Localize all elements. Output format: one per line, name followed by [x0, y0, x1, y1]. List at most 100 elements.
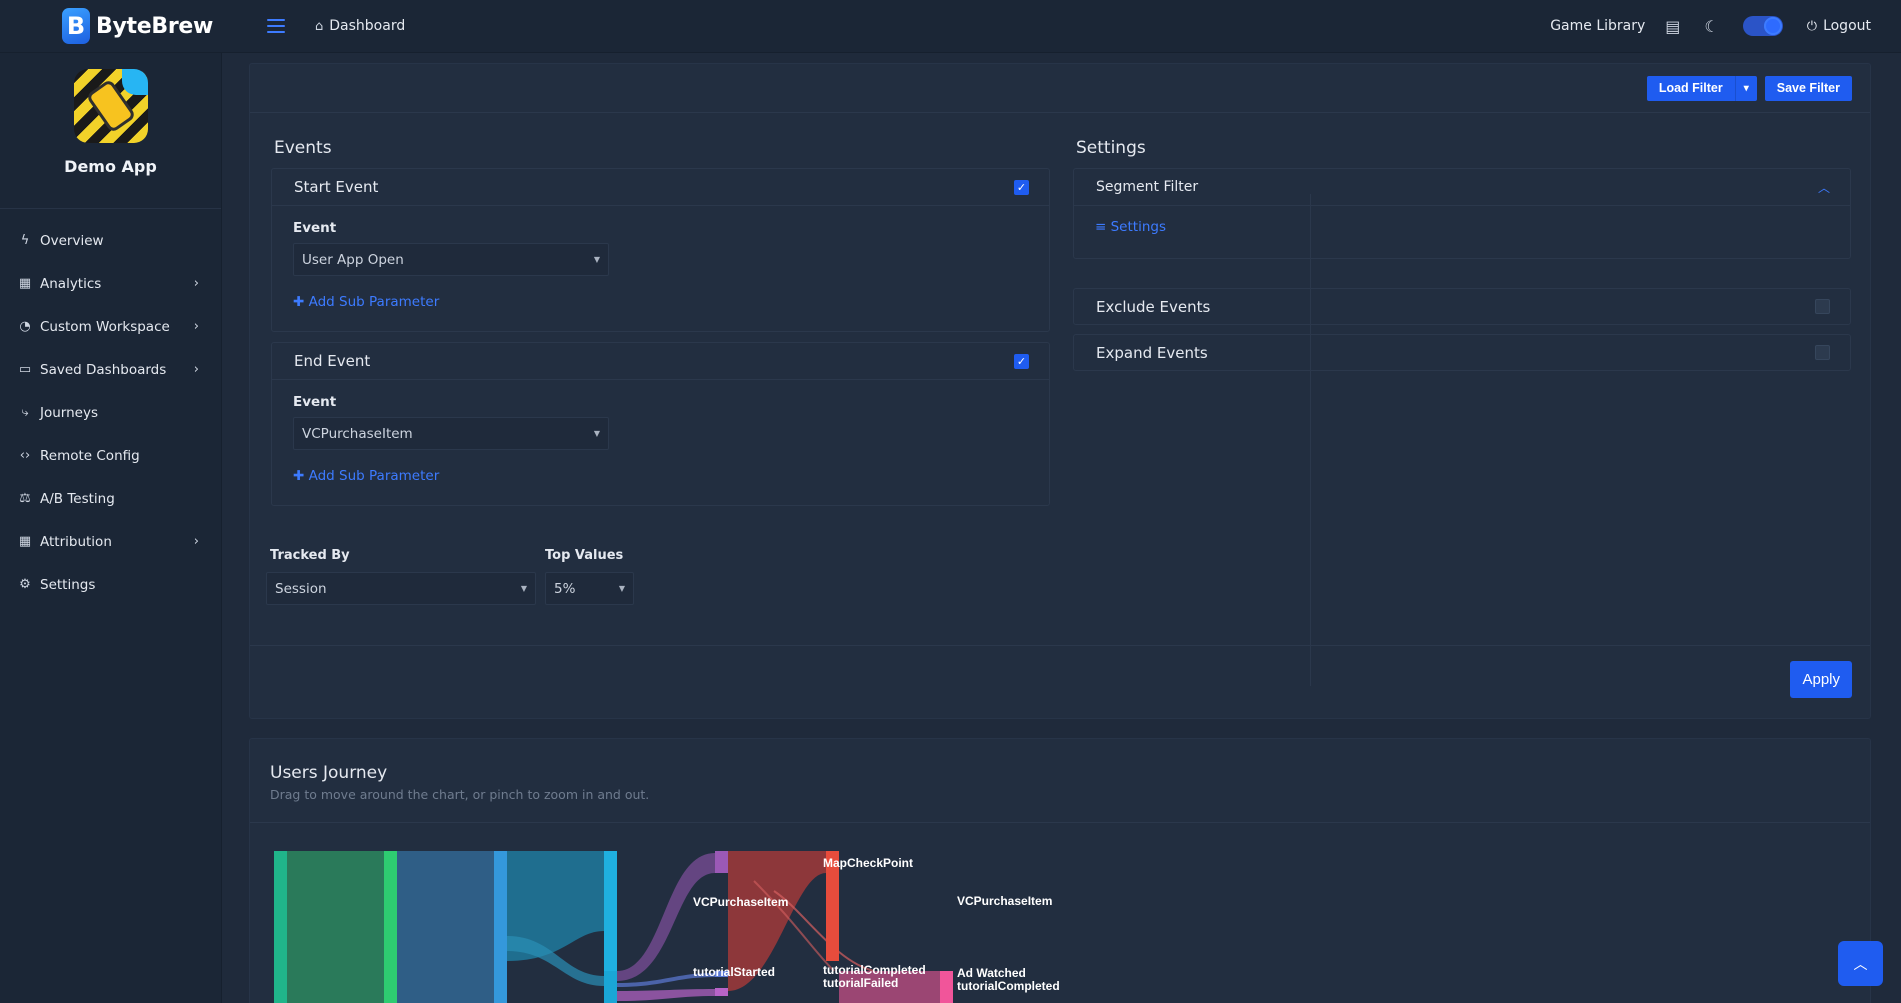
sidebar-item-label: Attribution	[40, 533, 112, 550]
sidebar-item-label: A/B Testing	[40, 490, 115, 507]
sidebar-item-a-b-testing[interactable]: ⚖ A/B Testing	[0, 477, 221, 520]
app-icon	[73, 69, 148, 143]
end-event-select[interactable]: VCPurchaseItem ▼	[293, 417, 609, 450]
tracked-by-label: Tracked By	[270, 548, 350, 563]
logout-button[interactable]: ⏻ Logout	[1807, 18, 1871, 34]
expand-events-checkbox[interactable]	[1815, 345, 1830, 360]
segment-filter-header[interactable]: Segment Filter ︿	[1074, 169, 1850, 206]
end-event-header: End Event ✓	[272, 343, 1049, 380]
chevron-right-icon: ›	[193, 534, 199, 549]
start-event-checkbox[interactable]: ✓	[1014, 179, 1029, 195]
end-event-title: End Event	[294, 352, 371, 370]
game-library-link[interactable]: Game Library	[1550, 18, 1645, 34]
sidebar-nav: ϟ Overview ▦ Analytics › ◔ Custom Workspace › ▭ S…	[0, 209, 221, 606]
save-filter-button[interactable]: Save Filter	[1764, 75, 1852, 101]
sankey-node[interactable]	[715, 988, 728, 996]
sankey-node[interactable]	[604, 851, 617, 971]
events-title: Events	[274, 138, 332, 158]
users-journey-card: Users Journey Drag to move around the ch…	[249, 738, 1871, 1003]
start-event-label: Event	[293, 220, 337, 236]
chevron-right-icon: ›	[193, 362, 199, 377]
sidebar-item-label: Saved Dashboards	[40, 361, 167, 378]
top-values-select[interactable]: 5% ▼	[545, 572, 634, 605]
sidebar-item-label: Custom Workspace	[40, 318, 170, 335]
pie-icon: ◔	[19, 319, 31, 334]
sankey-node[interactable]	[274, 851, 287, 1003]
sankey-node[interactable]	[940, 971, 953, 1003]
sankey-node[interactable]	[715, 851, 728, 873]
sidebar-item-label: Analytics	[40, 275, 102, 292]
logout-label: Logout	[1823, 18, 1871, 34]
sankey-label: VCPurchaseItem	[957, 894, 1052, 908]
end-event-checkbox[interactable]: ✓	[1014, 353, 1029, 369]
sankey-label: Ad Watched	[957, 966, 1026, 980]
dark-mode-toggle[interactable]	[1742, 16, 1783, 36]
app-card[interactable]: Demo App	[0, 53, 221, 209]
caret-down-icon: ▼	[593, 255, 600, 264]
sidebar-item-overview[interactable]: ϟ Overview	[0, 219, 221, 262]
brand-name: ByteBrew	[96, 13, 214, 39]
tracked-by-select[interactable]: Session ▼	[266, 572, 536, 605]
brand[interactable]: B ByteBrew	[0, 8, 222, 44]
start-event-header: Start Event ✓	[272, 169, 1049, 206]
load-filter-button[interactable]: Load Filter	[1646, 75, 1735, 101]
exclude-events-title: Exclude Events	[1096, 297, 1211, 316]
filter-card-footer-divider	[250, 645, 1870, 646]
hamburger-menu-icon[interactable]	[267, 19, 285, 33]
sidebar-item-analytics[interactable]: ▦ Analytics ›	[0, 262, 221, 305]
sankey-link	[617, 853, 715, 981]
top-values-label: Top Values	[545, 548, 624, 563]
start-add-sub-parameter-link[interactable]: ✚ Add Sub Parameter	[293, 294, 439, 310]
caret-down-icon: ▼	[593, 429, 600, 438]
scroll-to-top-button[interactable]: ︿	[1838, 941, 1883, 986]
top-bar: B ByteBrew ⌂ Dashboard Game Library ▤ ☾ …	[0, 0, 1901, 53]
start-event-select[interactable]: User App Open ▼	[293, 243, 609, 276]
sankey-node[interactable]	[494, 851, 507, 1003]
sidebar-item-custom-workspace[interactable]: ◔ Custom Workspace ›	[0, 305, 221, 348]
sidebar-item-saved-dashboards[interactable]: ▭ Saved Dashboards ›	[0, 348, 221, 391]
exclude-events-checkbox[interactable]	[1815, 299, 1830, 314]
segment-settings-link[interactable]: ≡ Settings	[1095, 219, 1166, 235]
journey-filter-card: Load Filter ▾ Save Filter Events Setting…	[249, 63, 1871, 719]
breadcrumb[interactable]: ⌂ Dashboard	[315, 18, 405, 34]
settings-title: Settings	[1076, 138, 1146, 158]
sidebar-item-label: Settings	[40, 576, 96, 593]
sidebar-item-settings[interactable]: ⚙ Settings	[0, 563, 221, 606]
load-filter-dropdown-icon[interactable]: ▾	[1734, 75, 1757, 101]
sankey-link	[287, 851, 384, 1003]
power-icon: ⏻	[1806, 18, 1818, 34]
sankey-label: tutorialCompleted	[823, 963, 926, 977]
sidebar-item-attribution[interactable]: ▦ Attribution ›	[0, 520, 221, 563]
gear-icon: ⚙	[19, 577, 31, 592]
folder-icon: ▭	[18, 362, 32, 377]
chevron-up-icon[interactable]: ︿	[1818, 179, 1830, 196]
end-add-sub-parameter-link[interactable]: ✚ Add Sub Parameter	[293, 468, 439, 484]
segment-filter-title: Segment Filter	[1096, 179, 1199, 195]
sankey-label: tutorialCompleted	[957, 979, 1060, 993]
column-divider	[1310, 194, 1311, 686]
grid-icon: ▦	[18, 534, 32, 549]
moon-icon[interactable]: ☾	[1704, 17, 1718, 36]
users-journey-title: Users Journey	[270, 763, 388, 783]
start-event-title: Start Event	[294, 178, 379, 196]
sankey-node[interactable]	[384, 851, 397, 1003]
sidebar-item-remote-config[interactable]: ‹› Remote Config	[0, 434, 221, 477]
sankey-node[interactable]	[604, 971, 617, 1003]
layout-icon[interactable]: ▤	[1665, 17, 1680, 36]
code-icon: ‹›	[19, 448, 31, 463]
caret-down-icon: ▼	[520, 584, 527, 593]
breadcrumb-dashboard: Dashboard	[329, 18, 406, 34]
sidebar-item-label: Overview	[40, 232, 104, 249]
exclude-events-panel: Exclude Events	[1073, 288, 1851, 325]
sankey-chart[interactable]: VCPurchaseItem tutorialStarted MapCheckP…	[274, 851, 1154, 1003]
apply-button[interactable]: Apply	[1790, 661, 1852, 698]
end-event-panel: End Event ✓ Event VCPurchaseItem ▼ ✚ Add…	[271, 342, 1050, 506]
segment-filter-panel: Segment Filter ︿ ≡ Settings	[1073, 168, 1851, 259]
home-icon: ⌂	[315, 18, 324, 34]
chevron-right-icon: ›	[193, 276, 199, 291]
filter-card-header: Load Filter ▾ Save Filter	[250, 64, 1870, 113]
sidebar-item-journeys[interactable]: ⤷ Journeys	[0, 391, 221, 434]
scale-icon: ⚖	[19, 491, 31, 506]
load-filter-group: Load Filter ▾	[1646, 75, 1757, 101]
expand-events-title: Expand Events	[1096, 343, 1208, 362]
